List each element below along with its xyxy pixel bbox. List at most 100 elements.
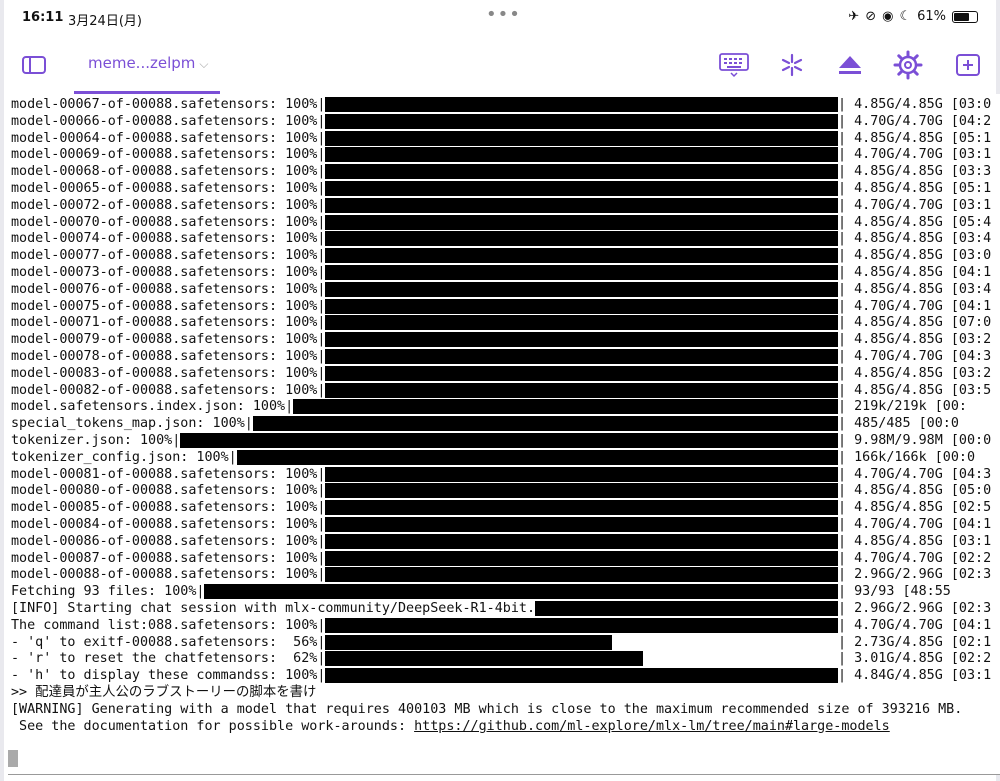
sidebar-toggle-button[interactable] — [14, 36, 54, 94]
progress-label: model-00083-of-00088.safetensors: 100%| — [11, 365, 326, 381]
progress-row: model-00077-of-00088.safetensors: 100%| — [11, 247, 325, 264]
progress-bar — [325, 651, 644, 667]
progress-label: special_tokens_map.json: 100%| — [11, 416, 253, 432]
progress-label: model-00087-of-00088.safetensors: 100%| — [11, 550, 326, 566]
progress-bar — [325, 533, 838, 549]
progress-bar — [325, 214, 838, 230]
progress-label: - 'r' to reset the chatfetensors: 62%| — [11, 651, 326, 667]
progress-label: model-00066-of-00088.safetensors: 100%| — [11, 113, 326, 129]
progress-bar — [325, 466, 838, 482]
progress-stats: | 4.85G/4.85G [03:4 — [838, 281, 992, 297]
progress-label: model-00074-of-00088.safetensors: 100%| — [11, 231, 326, 247]
progress-bar — [325, 197, 838, 213]
progress-stats: | 2.96G/2.96G [02:3 — [838, 567, 992, 583]
progress-row: model-00068-of-00088.safetensors: 100%| — [11, 163, 325, 180]
progress-label: model-00072-of-00088.safetensors: 100%| — [11, 197, 326, 213]
progress-row: Fetching 93 files: 100%| — [11, 583, 204, 600]
progress-row: - 'h' to display these commandss: 100%| — [11, 667, 325, 684]
asterisk-icon — [781, 53, 803, 77]
progress-stats: | 4.70G/4.70G [04:1 — [838, 298, 992, 314]
progress-row: model-00079-of-00088.safetensors: 100%| — [11, 331, 325, 348]
progress-label: model-00086-of-00088.safetensors: 100%| — [11, 533, 326, 549]
progress-stats: | 4.85G/4.85G [03:4 — [838, 231, 992, 247]
progress-row: model-00069-of-00088.safetensors: 100%| — [11, 146, 325, 163]
progress-stats: | 166k/166k [00:0 — [838, 449, 976, 465]
progress-label: model-00073-of-00088.safetensors: 100%| — [11, 265, 326, 280]
terminal-line: See the documentation for possible work-… — [11, 718, 890, 735]
progress-label: model-00080-of-00088.safetensors: 100%| — [11, 483, 326, 499]
progress-label: model-00070-of-00088.safetensors: 100%| — [11, 214, 326, 230]
progress-bar — [325, 365, 838, 381]
status-icons: ✈ ⊘ ◉ ☾ 61% — [848, 9, 978, 24]
status-date: 3月24日(月) — [68, 14, 142, 29]
status-time: 16:11 — [22, 10, 64, 25]
progress-label: tokenizer.json: 100%| — [11, 433, 181, 448]
progress-label: Fetching 93 files: 100%| — [11, 584, 205, 600]
progress-label: - 'h' to display these commandss: 100%| — [11, 668, 326, 684]
progress-row: model-00085-of-00088.safetensors: 100%| — [11, 499, 325, 516]
progress-bar — [325, 634, 613, 650]
progress-row: model-00070-of-00088.safetensors: 100%| — [11, 214, 325, 231]
progress-row: model-00072-of-00088.safetensors: 100%| — [11, 197, 325, 214]
tab-title: meme...zelpm — [88, 54, 196, 72]
keyboard-icon — [719, 53, 749, 78]
progress-label: model-00084-of-00088.safetensors: 100%| — [11, 517, 326, 532]
terminal-cursor — [8, 750, 18, 767]
progress-stats: | 4.85G/4.85G [03:2 — [838, 365, 992, 381]
progress-stats: | 4.70G/4.70G [04:1 — [838, 517, 992, 532]
progress-row: model-00076-of-00088.safetensors: 100%| — [11, 281, 325, 298]
progress-stats: | 4.85G/4.85G [02:5 — [838, 500, 992, 516]
progress-stats: | 4.70G/4.70G [04:3 — [838, 466, 992, 482]
progress-bar — [325, 517, 838, 532]
progress-label: tokenizer_config.json: 100%| — [11, 449, 237, 465]
plus-square-icon — [956, 54, 980, 76]
progress-bar — [535, 601, 838, 616]
progress-label: model-00071-of-00088.safetensors: 100%| — [11, 315, 326, 331]
progress-bar — [325, 483, 838, 499]
split-button[interactable] — [770, 36, 814, 94]
progress-stats: | 4.70G/4.70G [04:2 — [838, 113, 992, 129]
progress-stats: | 4.85G/4.85G [05:1 — [838, 181, 992, 196]
docs-link[interactable]: https://github.com/ml-explore/mlx-lm/tre… — [414, 719, 890, 734]
progress-row: model-00066-of-00088.safetensors: 100%| — [11, 113, 325, 130]
eject-icon — [839, 56, 861, 74]
progress-stats: | 93/93 [48:55 — [838, 584, 951, 600]
progress-stats: | 4.70G/4.70G [03:1 — [838, 197, 992, 213]
progress-bar — [325, 248, 838, 264]
terminal-line: [WARNING] Generating with a model that r… — [11, 701, 962, 718]
progress-bar — [325, 130, 838, 146]
progress-label: model-00067-of-00088.safetensors: 100%| — [11, 97, 326, 112]
progress-row: - 'r' to reset the chatfetensors: 62%| — [11, 650, 325, 667]
multitasking-dots-icon[interactable]: ••• — [486, 4, 521, 25]
progress-stats: | 2.73G/4.85G [02:1 — [838, 634, 992, 650]
keyboard-button[interactable] — [712, 36, 756, 94]
chevron-down-icon[interactable]: ⌵ — [199, 57, 208, 71]
new-tab-button[interactable] — [946, 36, 990, 94]
progress-label: model-00077-of-00088.safetensors: 100%| — [11, 248, 326, 264]
link-icon: ⊘ — [865, 9, 877, 24]
progress-stats: | 4.85G/4.85G [03:2 — [838, 332, 992, 348]
progress-row: model-00088-of-00088.safetensors: 100%| — [11, 566, 325, 583]
battery-icon — [952, 10, 978, 23]
progress-row: model.safetensors.index.json: 100%| — [11, 398, 293, 415]
progress-row: model-00078-of-00088.safetensors: 100%| — [11, 348, 325, 365]
status-bar: 16:11 3月24日(月) ••• ✈ ⊘ ◉ ☾ 61% — [4, 0, 996, 36]
progress-stats: | 4.85G/4.85G [03:0 — [838, 248, 992, 264]
progress-stats: | 4.70G/4.70G [02:2 — [838, 550, 992, 566]
progress-row: - 'q' to exitf-00088.safetensors: 56%| — [11, 634, 325, 651]
progress-bar — [325, 265, 838, 280]
progress-stats: | 2.96G/2.96G [02:3 — [838, 601, 992, 616]
session-tab[interactable]: meme...zelpm ⌵ — [88, 54, 209, 72]
toolbar: meme...zelpm ⌵ — [4, 36, 996, 94]
progress-bar — [325, 617, 838, 633]
app-window: 16:11 3月24日(月) ••• ✈ ⊘ ◉ ☾ 61% meme...ze… — [4, 0, 1000, 781]
progress-bar — [252, 416, 838, 432]
progress-row: model-00086-of-00088.safetensors: 100%| — [11, 533, 325, 550]
eject-button[interactable] — [828, 36, 872, 94]
progress-label: [INFO] Starting chat session with mlx-co… — [11, 601, 536, 616]
settings-button[interactable] — [886, 36, 930, 94]
terminal-output[interactable]: model-00067-of-00088.safetensors: 100%| |… — [8, 94, 1000, 774]
prompt-input-text: >> 配達員が主人公のラブストーリーの脚本を書け — [11, 685, 317, 700]
progress-bar — [325, 298, 838, 314]
progress-label: The command list:088.safetensors: 100%| — [11, 617, 326, 633]
